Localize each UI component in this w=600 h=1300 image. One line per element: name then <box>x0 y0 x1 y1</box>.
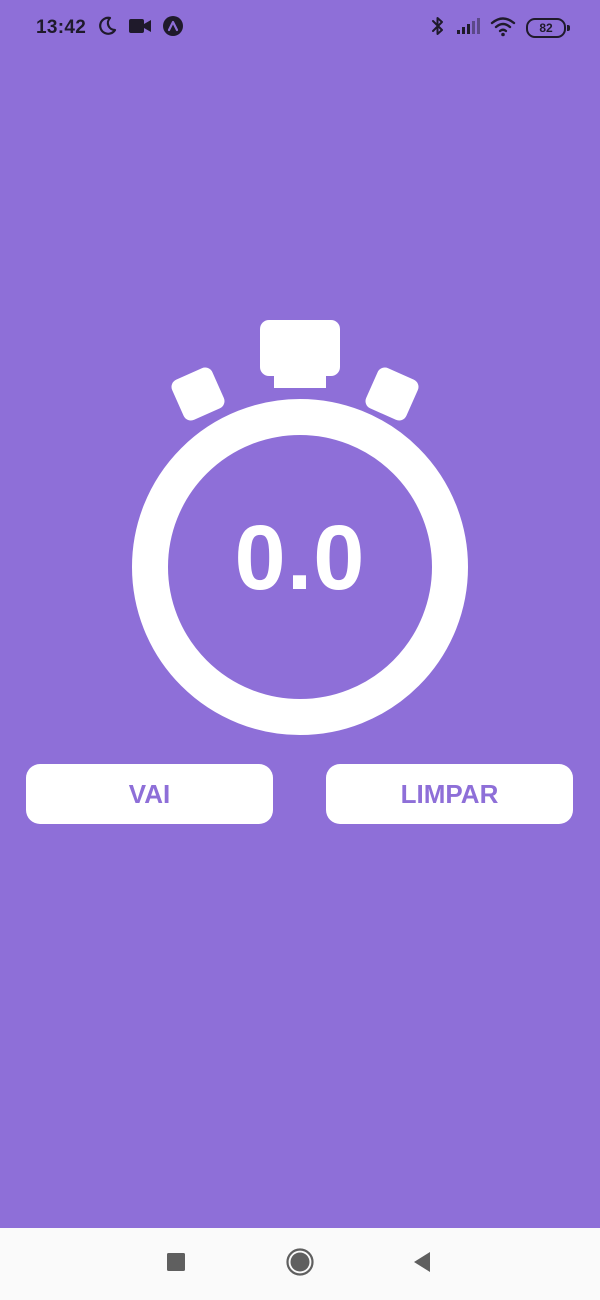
start-button[interactable]: VAI <box>26 764 273 824</box>
app-screen: 13:42 82 0.0 VAI LIMPAR <box>0 0 600 1228</box>
home-icon <box>285 1247 315 1282</box>
back-icon <box>411 1250 433 1279</box>
recent-apps-button[interactable] <box>160 1248 192 1280</box>
status-bar-right: 82 <box>430 15 570 42</box>
status-bar-left: 13:42 <box>36 15 184 42</box>
wifi-icon <box>490 15 516 42</box>
clear-button[interactable]: LIMPAR <box>326 764 573 824</box>
clear-button-label: LIMPAR <box>400 778 499 809</box>
back-button[interactable] <box>406 1248 438 1280</box>
timer-display: 0.0 <box>234 507 366 609</box>
battery-tip <box>567 25 570 31</box>
home-button[interactable] <box>284 1247 316 1282</box>
battery-icon: 82 <box>526 18 570 38</box>
start-button-label: VAI <box>128 778 171 809</box>
battery-level: 82 <box>539 21 553 35</box>
status-bar: 13:42 82 <box>0 0 600 56</box>
app-notification-icon <box>162 15 184 42</box>
navigation-bar <box>0 1228 600 1300</box>
bluetooth-icon <box>430 15 446 42</box>
moon-icon <box>96 15 118 42</box>
video-camera-icon <box>128 16 152 41</box>
recent-apps-icon <box>166 1252 186 1277</box>
signal-icon <box>456 16 480 41</box>
status-time: 13:42 <box>36 17 87 38</box>
